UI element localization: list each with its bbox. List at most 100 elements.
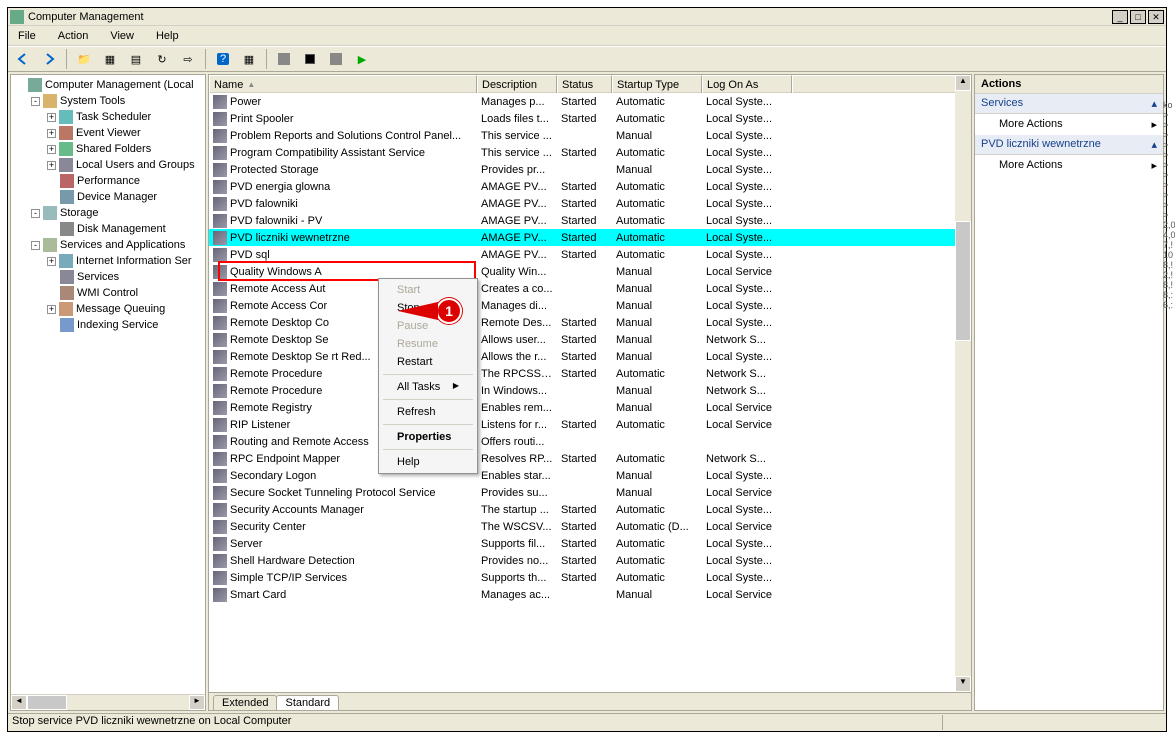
actions-group-services[interactable]: Services▴ xyxy=(975,94,1163,114)
service-name: PVD energia glowna xyxy=(230,181,330,193)
service-row[interactable]: PVD falowniki - PVAMAGE PV...StartedAuto… xyxy=(209,212,971,229)
service-row[interactable]: Shell Hardware DetectionProvides no...St… xyxy=(209,552,971,569)
menu-action[interactable]: Action xyxy=(54,28,93,44)
tree-task-scheduler[interactable]: +Task Scheduler xyxy=(11,109,205,125)
maximize-button[interactable]: □ xyxy=(1130,10,1146,24)
tree-event-viewer[interactable]: +Event Viewer xyxy=(11,125,205,141)
ctx-restart[interactable]: Restart xyxy=(381,353,475,371)
expand-toggle[interactable]: - xyxy=(31,241,40,250)
service-row[interactable]: Remote RegistryEnables rem...ManualLocal… xyxy=(209,399,971,416)
service-row[interactable]: Routing and Remote AccessOffers routi... xyxy=(209,433,971,450)
tree-internet-information-ser[interactable]: +Internet Information Ser xyxy=(11,253,205,269)
service-row[interactable]: PowerManages p...StartedAutomaticLocal S… xyxy=(209,93,971,110)
col-startup-type[interactable]: Startup Type xyxy=(612,75,702,93)
back-button[interactable] xyxy=(12,48,34,70)
service-row[interactable]: Print SpoolerLoads files t...StartedAuto… xyxy=(209,110,971,127)
expand-toggle[interactable]: + xyxy=(47,145,56,154)
service-icon xyxy=(213,435,227,449)
refresh-button[interactable]: ↻ xyxy=(151,48,173,70)
col-logon-as[interactable]: Log On As xyxy=(702,75,792,93)
actions-group-selected[interactable]: PVD liczniki wewnetrzne▴ xyxy=(975,135,1163,155)
expand-toggle[interactable]: - xyxy=(31,209,40,218)
actions-more-1[interactable]: More Actions▸ xyxy=(975,114,1163,135)
service-row[interactable]: Remote Access CorManages di...ManualLoca… xyxy=(209,297,971,314)
properties-button[interactable]: ⇨ xyxy=(177,48,199,70)
menu-view[interactable]: View xyxy=(106,28,138,44)
tree-performance[interactable]: Performance xyxy=(11,173,205,189)
service-row[interactable]: Quality Windows AQuality Win...ManualLoc… xyxy=(209,263,971,280)
ctx-all-tasks[interactable]: All Tasks xyxy=(381,378,475,396)
tab-standard[interactable]: Standard xyxy=(276,695,339,710)
service-row[interactable]: Protected StorageProvides pr...ManualLoc… xyxy=(209,161,971,178)
ctx-refresh[interactable]: Refresh xyxy=(381,403,475,421)
col-status[interactable]: Status xyxy=(557,75,612,93)
minimize-button[interactable]: _ xyxy=(1112,10,1128,24)
expand-toggle[interactable]: + xyxy=(47,257,56,266)
service-row[interactable]: RIP ListenerListens for r...StartedAutom… xyxy=(209,416,971,433)
service-row[interactable]: Security CenterThe WSCSV...StartedAutoma… xyxy=(209,518,971,535)
service-row[interactable]: Security Accounts ManagerThe startup ...… xyxy=(209,501,971,518)
close-button[interactable]: ✕ xyxy=(1148,10,1164,24)
ctx-help[interactable]: Help xyxy=(381,453,475,471)
service-row[interactable]: Remote Desktop SeAllows user...StartedMa… xyxy=(209,331,971,348)
service-row[interactable]: Problem Reports and Solutions Control Pa… xyxy=(209,127,971,144)
service-row[interactable]: Simple TCP/IP ServicesSupports th...Star… xyxy=(209,569,971,586)
tree-wmi-control[interactable]: WMI Control xyxy=(11,285,205,301)
expand-toggle[interactable]: + xyxy=(47,305,56,314)
export-button[interactable]: ▤ xyxy=(125,48,147,70)
service-row[interactable]: Remote Desktop Se rt Red...Allows the r.… xyxy=(209,348,971,365)
service-row[interactable]: PVD falownikiAMAGE PV...StartedAutomatic… xyxy=(209,195,971,212)
pause-service-button[interactable] xyxy=(325,48,347,70)
service-row[interactable]: Remote ProcedureThe RPCSS ...StartedAuto… xyxy=(209,365,971,382)
menu-help[interactable]: Help xyxy=(152,28,183,44)
tree-message-queuing[interactable]: +Message Queuing xyxy=(11,301,205,317)
expand-toggle[interactable]: + xyxy=(47,129,56,138)
show-hide-button[interactable]: ▦ xyxy=(99,48,121,70)
list-vscrollbar[interactable]: ▲▼ xyxy=(955,75,971,692)
service-row[interactable]: Remote ProcedureIn Windows...ManualNetwo… xyxy=(209,382,971,399)
service-row[interactable]: Secure Socket Tunneling Protocol Service… xyxy=(209,484,971,501)
start-service-button[interactable] xyxy=(273,48,295,70)
titlebar[interactable]: Computer Management _ □ ✕ xyxy=(8,8,1166,26)
tree-device-manager[interactable]: Device Manager xyxy=(11,189,205,205)
menu-file[interactable]: File xyxy=(14,28,40,44)
expand-toggle[interactable]: + xyxy=(47,161,56,170)
nav-tree[interactable]: Computer Management (Local-System Tools+… xyxy=(10,74,206,711)
stop-service-button[interactable] xyxy=(299,48,321,70)
service-row[interactable]: PVD energia glownaAMAGE PV...StartedAuto… xyxy=(209,178,971,195)
tree-label: System Tools xyxy=(60,93,125,109)
expand-toggle[interactable]: + xyxy=(47,113,56,122)
tree-system-tools[interactable]: - System Tools xyxy=(11,93,205,109)
forward-button[interactable] xyxy=(38,48,60,70)
up-button[interactable]: 📁 xyxy=(73,48,95,70)
service-row[interactable]: PVD sqlAMAGE PV...StartedAutomaticLocal … xyxy=(209,246,971,263)
tree-root[interactable]: Computer Management (Local xyxy=(11,77,205,93)
action-button[interactable]: ▦ xyxy=(238,48,260,70)
service-row[interactable]: Remote Desktop CoRemote Des...StartedMan… xyxy=(209,314,971,331)
service-row[interactable]: PVD liczniki wewnetrzneAMAGE PV...Starte… xyxy=(209,229,971,246)
service-icon xyxy=(213,214,227,228)
tree-local-users-and-groups[interactable]: +Local Users and Groups xyxy=(11,157,205,173)
service-row[interactable]: Program Compatibility Assistant ServiceT… xyxy=(209,144,971,161)
col-description[interactable]: Description xyxy=(477,75,557,93)
col-name[interactable]: Name▲ xyxy=(209,75,477,93)
service-row[interactable]: Secondary LogonEnables star...ManualLoca… xyxy=(209,467,971,484)
tab-extended[interactable]: Extended xyxy=(213,695,277,710)
expand-toggle[interactable]: - xyxy=(31,97,40,106)
actions-more-2[interactable]: More Actions▸ xyxy=(975,155,1163,176)
service-row[interactable]: Smart CardManages ac...ManualLocal Servi… xyxy=(209,586,971,603)
tree-storage[interactable]: -Storage xyxy=(11,205,205,221)
tree-hscrollbar[interactable]: ◄► xyxy=(11,694,205,710)
service-row[interactable]: Remote Access AutCreates a co...ManualLo… xyxy=(209,280,971,297)
tree-shared-folders[interactable]: +Shared Folders xyxy=(11,141,205,157)
service-row[interactable]: ServerSupports fil...StartedAutomaticLoc… xyxy=(209,535,971,552)
tree-indexing-service[interactable]: Indexing Service xyxy=(11,317,205,333)
tree-disk-management[interactable]: Disk Management xyxy=(11,221,205,237)
restart-service-button[interactable]: ▶ xyxy=(351,48,373,70)
service-startup: Automatic xyxy=(612,249,702,261)
ctx-properties[interactable]: Properties xyxy=(381,428,475,446)
service-row[interactable]: RPC Endpoint MapperResolves RP...Started… xyxy=(209,450,971,467)
tree-services[interactable]: Services xyxy=(11,269,205,285)
help-button[interactable]: ? xyxy=(212,48,234,70)
tree-services-and-applications[interactable]: -Services and Applications xyxy=(11,237,205,253)
